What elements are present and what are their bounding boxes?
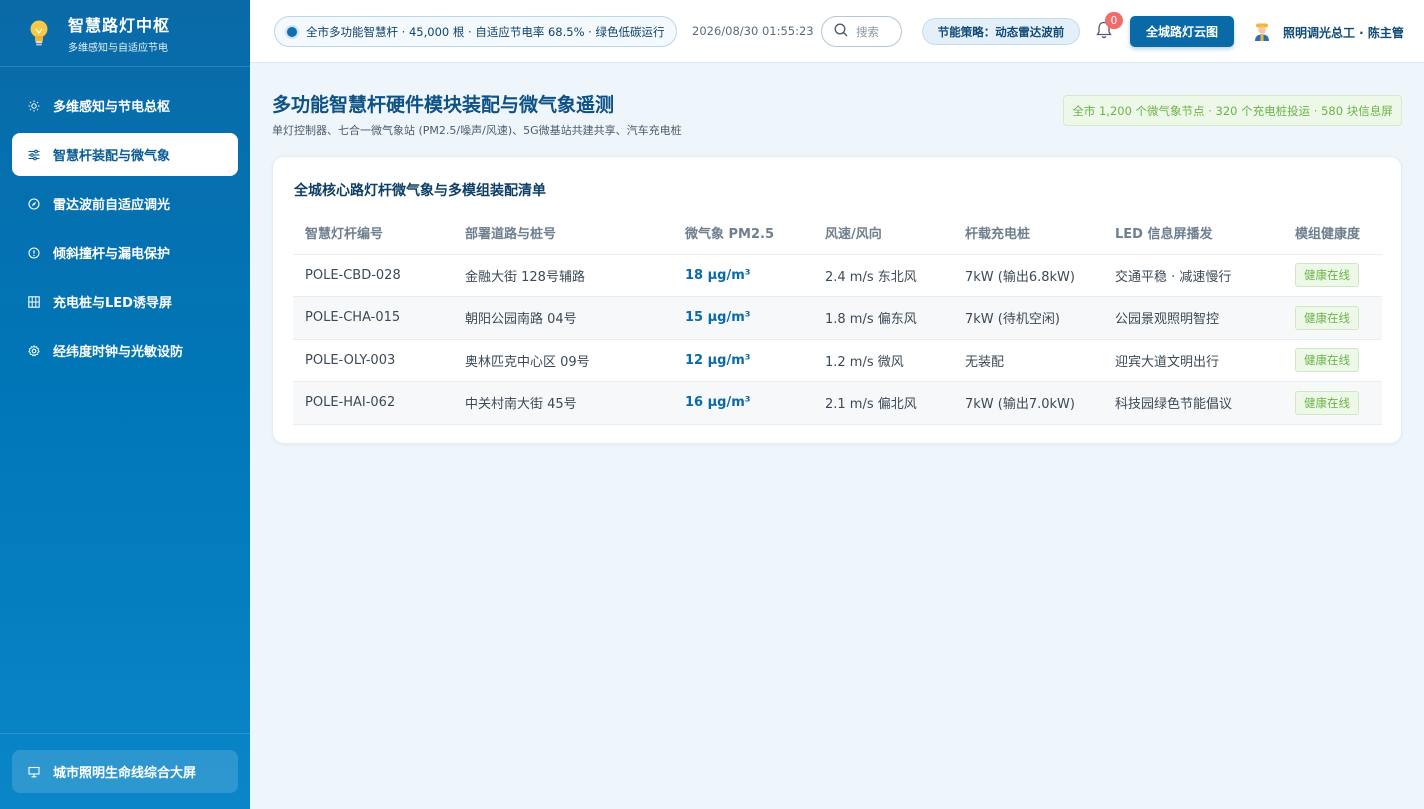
sidebar-item-label: 雷达波前自适应调光 <box>53 198 171 213</box>
status-badge: 健康在线 <box>1295 390 1359 415</box>
sidebar-item-label: 经纬度时钟与光敏设防 <box>53 345 184 360</box>
main-content: 多功能智慧杆硬件模块装配与微气象遥测 单灯控制器、七合一微气象站 (PM2.5/… <box>250 64 1424 809</box>
city-cloud-map-button[interactable]: 全城路灯云图 <box>1130 16 1234 47</box>
table-row[interactable]: POLE-OLY-003 奥林匹克中心区 09号 12 μg/m³ 1.2 m/… <box>293 339 1382 382</box>
pole-table: 智慧灯杆编号 部署道路与桩号 微气象 PM2.5 风速/风向 杆载充电桩 LED… <box>293 212 1382 425</box>
search-box[interactable] <box>821 16 902 47</box>
grid-icon <box>28 295 40 308</box>
sidebar-item-charger-led[interactable]: 充电桩与LED诱导屏 <box>12 280 238 323</box>
pole-id: POLE-CBD-028 <box>293 254 453 297</box>
column-header: 智慧灯杆编号 <box>293 212 453 255</box>
wind-value: 2.4 m/s 东北风 <box>813 254 953 297</box>
monitor-icon <box>28 766 40 778</box>
charger-status: 7kW (输出7.0kW) <box>953 381 1103 425</box>
sidebar-item-tilt-protection[interactable]: 倾斜撞杆与漏电保护 <box>12 231 238 274</box>
avatar <box>1253 22 1271 42</box>
summary-stat-badge: 全市 1,200 个微气象节点 · 320 个充电桩投运 · 580 块信息屏 <box>1063 95 1402 126</box>
table-row[interactable]: POLE-CBD-028 金融大街 128号辅路 18 μg/m³ 2.4 m/… <box>293 254 1382 297</box>
sidebar-footer: 城市照明生命线综合大屏 <box>0 733 250 809</box>
pm25-value: 18 μg/m³ <box>673 254 813 297</box>
big-screen-label: 城市照明生命线综合大屏 <box>53 766 197 781</box>
status-ticker: 全市多功能智慧杆 · 45,000 根 · 自适应节电率 68.5% · 绿色低… <box>274 16 677 47</box>
road-location: 奥林匹克中心区 09号 <box>453 339 673 382</box>
table-header-row: 智慧灯杆编号 部署道路与桩号 微气象 PM2.5 风速/风向 杆载充电桩 LED… <box>293 212 1382 255</box>
status-badge: 健康在线 <box>1295 305 1359 330</box>
sidebar-item-label: 智慧杆装配与微气象 <box>53 149 171 164</box>
notification-badge: 0 <box>1105 12 1123 29</box>
big-screen-button[interactable]: 城市照明生命线综合大屏 <box>12 750 238 793</box>
sidebar: 智慧路灯中枢 多维感知与自适应节电 多维感知与节电总枢 智慧杆装配与微气象 雷达… <box>0 0 250 809</box>
led-message: 迎宾大道文明出行 <box>1103 339 1283 382</box>
pm25-value: 15 μg/m³ <box>673 296 813 340</box>
led-message: 公园景观照明智控 <box>1103 296 1283 340</box>
pole-id: POLE-CHA-015 <box>293 296 453 340</box>
column-header: 部署道路与桩号 <box>453 212 673 255</box>
road-location: 中关村南大街 45号 <box>453 381 673 425</box>
road-location: 朝阳公园南路 04号 <box>453 296 673 340</box>
charger-status: 7kW (待机空闲) <box>953 296 1103 340</box>
brand-title: 智慧路灯中枢 <box>68 16 171 35</box>
sidebar-item-pole-assembly[interactable]: 智慧杆装配与微气象 <box>12 133 238 176</box>
charger-status: 7kW (输出6.8kW) <box>953 254 1103 297</box>
pole-id: POLE-HAI-062 <box>293 381 453 425</box>
search-input[interactable] <box>856 24 900 39</box>
lightbulb-icon <box>26 18 52 48</box>
search-icon <box>834 22 848 41</box>
compass-icon <box>28 197 40 210</box>
column-header: 杆载充电桩 <box>953 212 1103 255</box>
column-header: LED 信息屏播发 <box>1103 212 1283 255</box>
alert-circle-icon <box>28 246 40 259</box>
live-dot-icon <box>287 26 297 37</box>
sun-icon <box>28 100 40 112</box>
sidebar-item-label: 多维感知与节电总枢 <box>53 100 171 115</box>
led-message: 交通平稳 · 减速慢行 <box>1103 254 1283 297</box>
energy-policy-badge: 节能策略：动态雷达波前 <box>922 18 1080 45</box>
user-name: 照明调光总工 · 陈主管 <box>1283 25 1404 40</box>
table-row[interactable]: POLE-HAI-062 中关村南大街 45号 16 μg/m³ 2.1 m/s… <box>293 381 1382 425</box>
column-header: 微气象 PM2.5 <box>673 212 813 255</box>
pm25-value: 12 μg/m³ <box>673 339 813 382</box>
wind-value: 1.2 m/s 微风 <box>813 339 953 382</box>
charger-status: 无装配 <box>953 339 1103 382</box>
road-location: 金融大街 128号辅路 <box>453 254 673 297</box>
status-badge: 健康在线 <box>1295 348 1359 373</box>
sidebar-item-label: 倾斜撞杆与漏电保护 <box>53 247 171 262</box>
brand-subtitle: 多维感知与自适应节电 <box>68 43 168 54</box>
page-subtitle: 单灯控制器、七合一微气象站 (PM2.5/噪声/风速)、5G微基站共建共享、汽车… <box>272 124 682 137</box>
sidebar-nav: 多维感知与节电总枢 智慧杆装配与微气象 雷达波前自适应调光 倾斜撞杆与漏电保护 … <box>0 67 250 372</box>
brand: 智慧路灯中枢 多维感知与自适应节电 <box>0 0 250 67</box>
ticker-text: 全市多功能智慧杆 · 45,000 根 · 自适应节电率 68.5% · 绿色低… <box>306 24 665 39</box>
pole-id: POLE-OLY-003 <box>293 339 453 382</box>
sidebar-item-clock-sensor[interactable]: 经纬度时钟与光敏设防 <box>12 329 238 372</box>
gear-icon <box>28 344 40 357</box>
status-badge: 健康在线 <box>1295 263 1359 288</box>
pm25-value: 16 μg/m³ <box>673 381 813 425</box>
pole-assembly-card: 全城核心路灯杆微气象与多模组装配清单 智慧灯杆编号 部署道路与桩号 微气象 PM… <box>272 156 1402 444</box>
led-message: 科技园绿色节能倡议 <box>1103 381 1283 425</box>
wind-value: 2.1 m/s 偏北风 <box>813 381 953 425</box>
column-header: 模组健康度 <box>1283 212 1382 255</box>
sidebar-item-overview[interactable]: 多维感知与节电总枢 <box>12 84 238 127</box>
datetime: 2026/08/30 01:55:23 <box>692 24 814 38</box>
top-header: 全市多功能智慧杆 · 45,000 根 · 自适应节电率 68.5% · 绿色低… <box>250 0 1424 63</box>
table-row[interactable]: POLE-CHA-015 朝阳公园南路 04号 15 μg/m³ 1.8 m/s… <box>293 296 1382 340</box>
page-title: 多功能智慧杆硬件模块装配与微气象遥测 <box>272 94 615 116</box>
wind-value: 1.8 m/s 偏东风 <box>813 296 953 340</box>
sidebar-item-radar-dimming[interactable]: 雷达波前自适应调光 <box>12 182 238 225</box>
column-header: 风速/风向 <box>813 212 953 255</box>
sidebar-item-label: 充电桩与LED诱导屏 <box>53 296 172 311</box>
card-title: 全城核心路灯杆微气象与多模组装配清单 <box>294 183 546 199</box>
sliders-icon <box>28 149 40 161</box>
user-menu[interactable]: 照明调光总工 · 陈主管 <box>1253 22 1404 42</box>
